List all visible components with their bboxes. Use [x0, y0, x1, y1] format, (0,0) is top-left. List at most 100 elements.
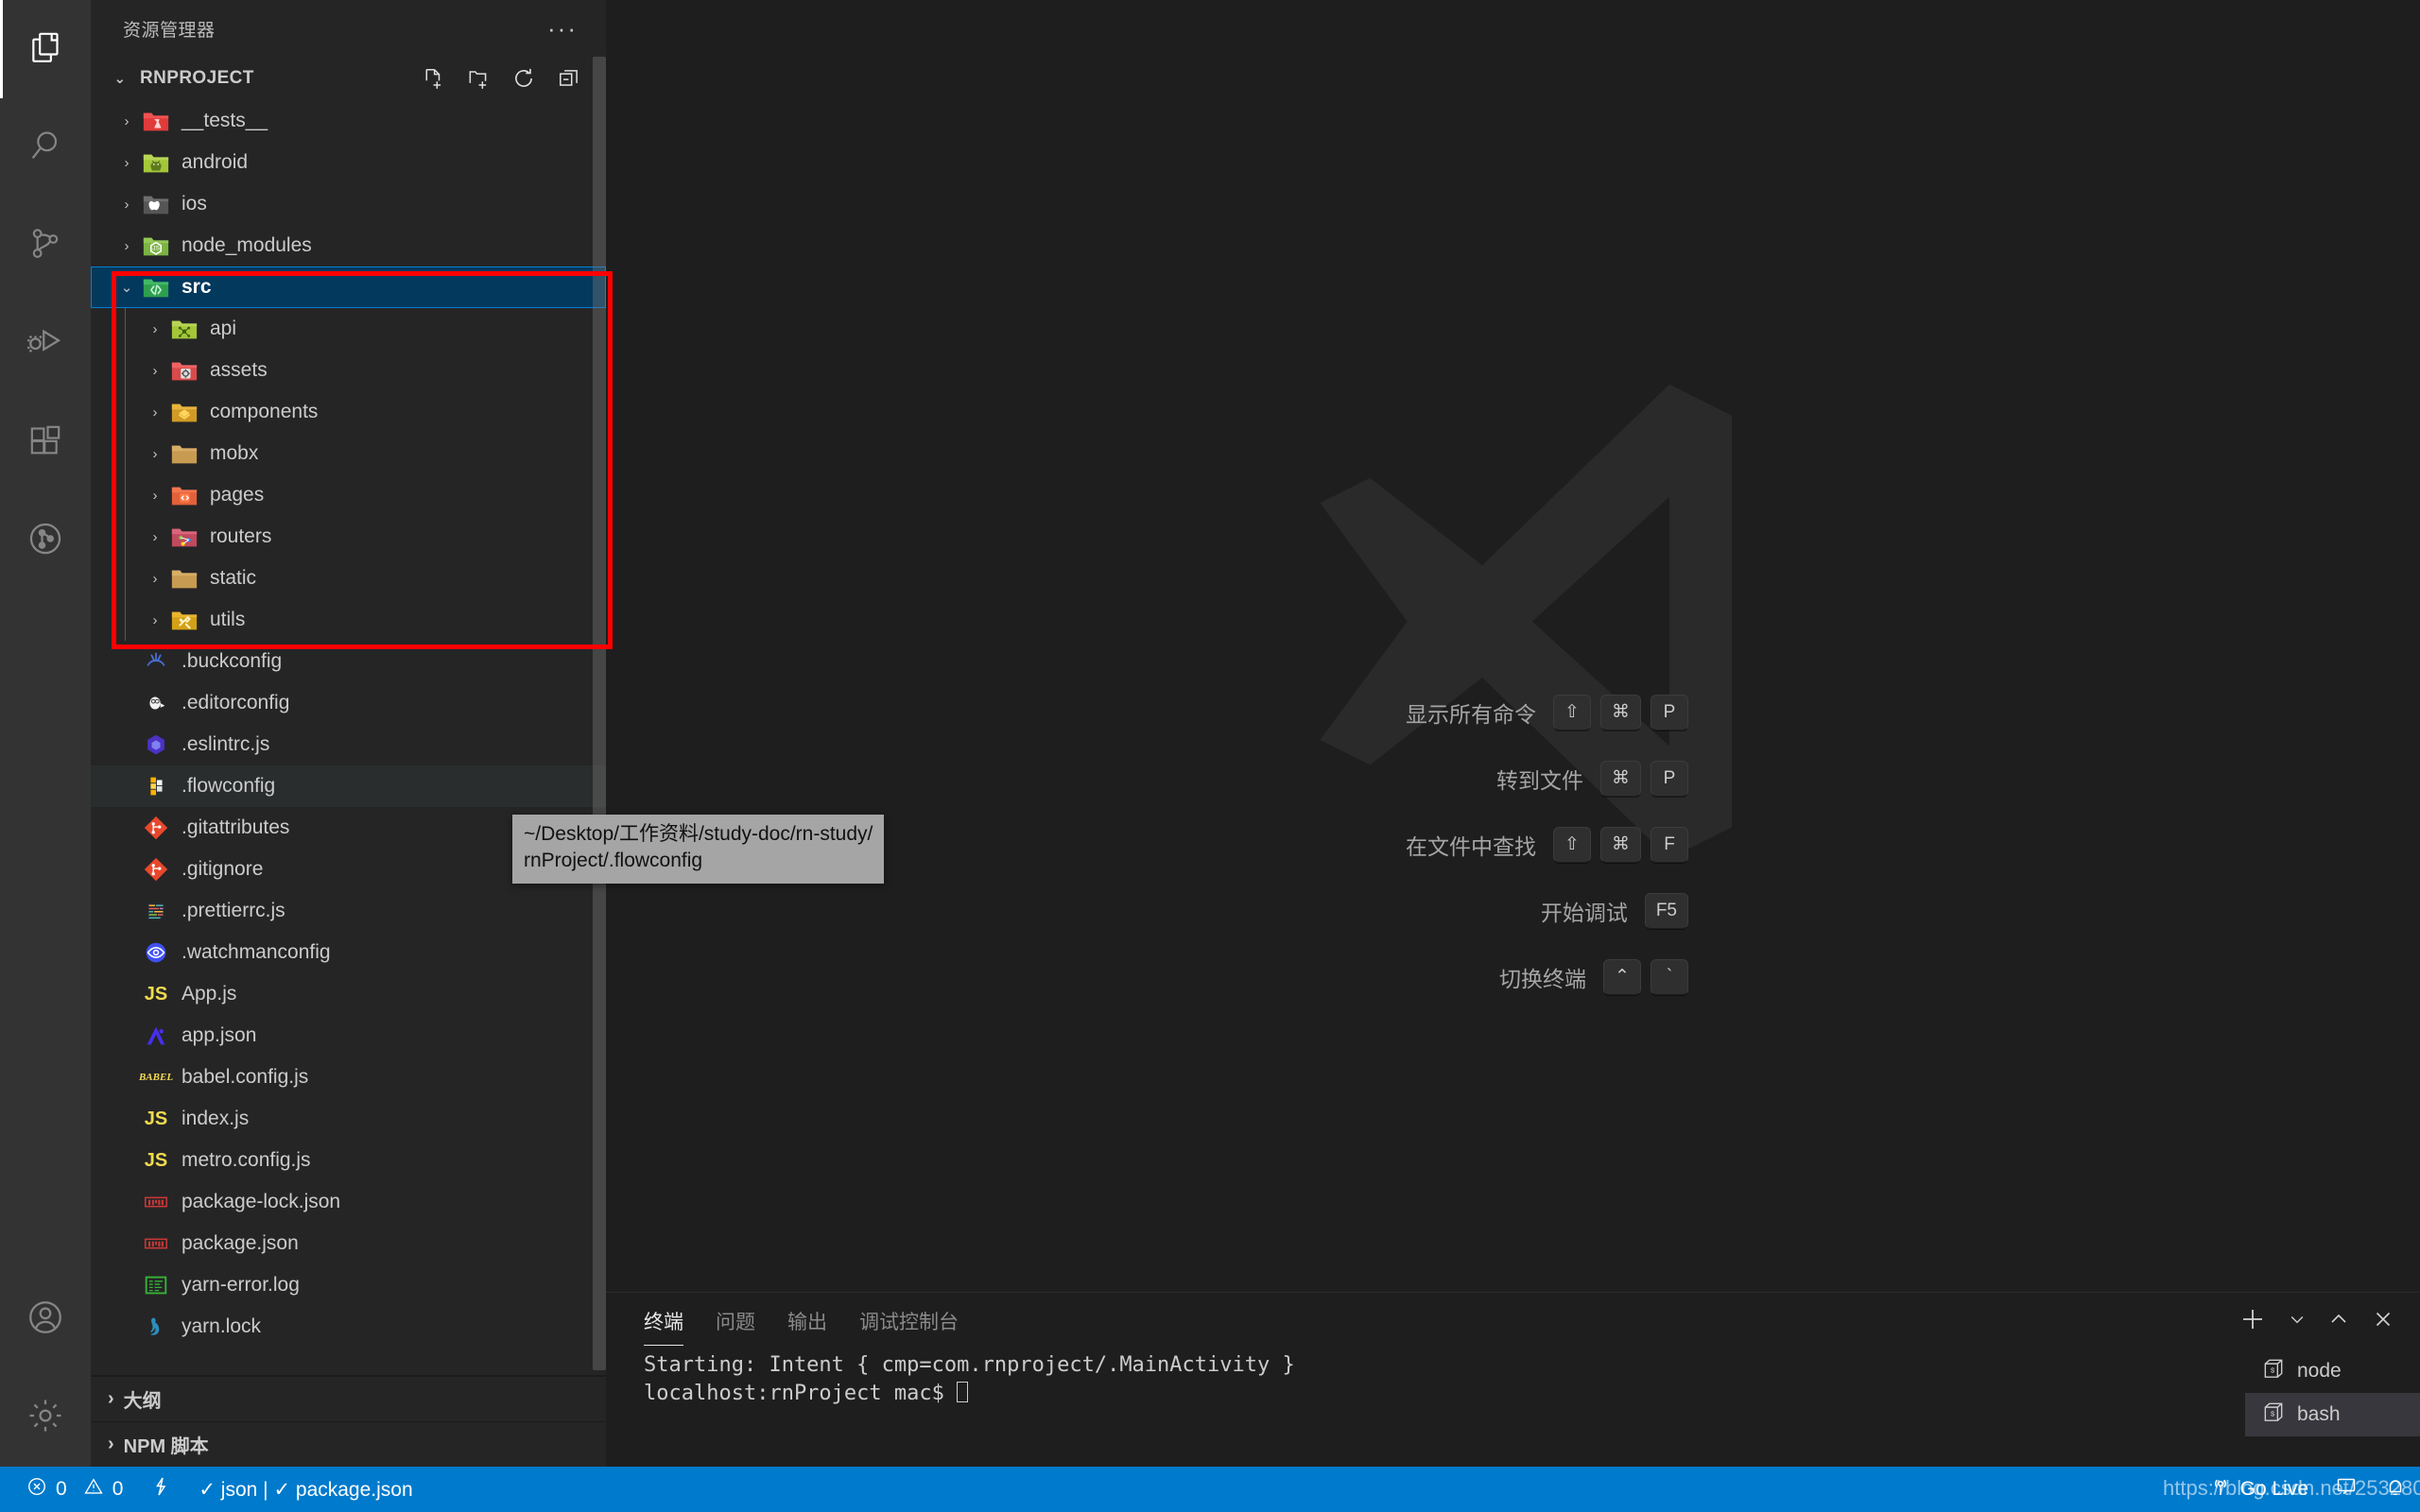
chevron-right-icon[interactable]: › — [142, 612, 168, 628]
welcome-watermark: 显示所有命令 ⇧ ⌘ P 转到文件 ⌘ P 在文件中查找 ⇧ ⌘ F 开始调试 F5 切换终端 ⌃ ` — [606, 0, 2420, 1292]
sidebar-section-outline[interactable]: › 大纲 — [91, 1376, 606, 1421]
keycap: P — [1651, 760, 1688, 797]
tree-file-app-js[interactable]: JS App.js — [91, 973, 606, 1015]
chevron-right-icon[interactable]: › — [142, 488, 168, 504]
status-bar-right: Go Live — [2196, 1475, 2420, 1503]
terminal-item-label: node — [2297, 1360, 2342, 1382]
indent-guide — [125, 350, 126, 391]
editor-area: 显示所有命令 ⇧ ⌘ P 转到文件 ⌘ P 在文件中查找 ⇧ ⌘ F 开始调试 F5 切换终端 ⌃ ` 终端问… — [606, 0, 2420, 1467]
panel-tab-终端[interactable]: 终端 — [644, 1307, 683, 1346]
collapse-all-icon[interactable] — [557, 66, 581, 91]
status-go-live[interactable]: Go Live — [2196, 1475, 2322, 1503]
tree-folder-tests[interactable]: › __tests__ — [91, 100, 606, 142]
js-icon: JS — [144, 983, 168, 1005]
status-ports[interactable] — [136, 1467, 185, 1512]
activity-bar — [0, 0, 91, 1467]
keycap: ⇧ — [1553, 826, 1591, 863]
status-feedback[interactable] — [2322, 1475, 2371, 1503]
status-checks[interactable]: ✓ json | ✓ package.json — [185, 1467, 425, 1512]
tree-folder-components[interactable]: › components — [91, 391, 606, 433]
activity-item-run-and-debug[interactable] — [0, 295, 91, 393]
activity-item-extensions[interactable] — [0, 393, 91, 491]
tree-folder-android[interactable]: › android — [91, 142, 606, 183]
chevron-right-icon[interactable]: › — [142, 404, 168, 421]
sidebar-more-actions-button[interactable]: ··· — [547, 16, 578, 41]
tree-file-flowconfig[interactable]: .flowconfig — [91, 765, 606, 807]
tree-file-editorconfig[interactable]: .editorconfig — [91, 682, 606, 724]
tree-item-label: .prettierrc.js — [182, 900, 285, 921]
chevron-right-icon[interactable]: › — [113, 155, 140, 171]
tree-file-index-js[interactable]: JS index.js — [91, 1098, 606, 1140]
activity-item-accounts[interactable] — [0, 1270, 91, 1368]
sidebar-scrollbar[interactable] — [593, 57, 606, 1370]
tree-folder-static[interactable]: › static — [91, 558, 606, 599]
expo-icon — [140, 1022, 172, 1050]
sidebar-section-npm-scripts[interactable]: › NPM 脚本 — [91, 1421, 606, 1467]
activity-item-search[interactable] — [0, 98, 91, 197]
maximize-panel-icon[interactable] — [2327, 1308, 2350, 1335]
chevron-right-icon[interactable]: › — [113, 238, 140, 254]
close-panel-icon[interactable] — [2371, 1307, 2395, 1336]
folder-components — [168, 398, 200, 426]
panel-tab-输出[interactable]: 输出 — [787, 1307, 827, 1346]
tree-folder-routers[interactable]: › routers — [91, 516, 606, 558]
log-icon — [140, 1271, 172, 1299]
chevron-right-icon[interactable]: › — [142, 321, 168, 337]
status-problems[interactable]: 0 0 — [13, 1467, 136, 1512]
tree-file-package-json[interactable]: package.json — [91, 1223, 606, 1264]
tree-file-eslintrc-js[interactable]: .eslintrc.js — [91, 724, 606, 765]
broadcast-icon — [2209, 1475, 2232, 1503]
chevron-down-icon[interactable]: ⌄ — [113, 279, 140, 296]
activity-item-settings[interactable] — [0, 1368, 91, 1467]
tree-file-babel-config-js[interactable]: BABEL babel.config.js — [91, 1057, 606, 1098]
refresh-icon[interactable] — [511, 66, 536, 91]
tree-folder-assets[interactable]: › assets — [91, 350, 606, 391]
tree-folder-src[interactable]: ⌄ src — [91, 266, 606, 308]
panel-actions — [2238, 1305, 2395, 1346]
panel-tabs[interactable]: 终端 问题 输出 调试控制台 — [644, 1307, 959, 1346]
activity-item-source-control[interactable] — [0, 197, 91, 295]
new-file-icon[interactable] — [421, 66, 445, 91]
panel-tab-问题[interactable]: 问题 — [716, 1307, 755, 1346]
keycap: ⌃ — [1603, 958, 1641, 995]
keycap: F — [1651, 826, 1688, 863]
tree-file-package-lock-json[interactable]: package-lock.json — [91, 1181, 606, 1223]
new-folder-icon[interactable] — [466, 66, 491, 91]
chevron-right-icon[interactable]: › — [113, 197, 140, 213]
terminal-instance-list[interactable]: $ node $ bash — [2245, 1346, 2420, 1467]
feedback-smiley-icon — [2335, 1475, 2358, 1503]
tree-folder-utils[interactable]: › utils — [91, 599, 606, 641]
tree-folder-api[interactable]: › api — [91, 308, 606, 350]
run-and-debug-icon — [26, 322, 65, 367]
chevron-right-icon[interactable]: › — [113, 113, 140, 129]
folder-node: JS — [140, 232, 172, 260]
activity-item-explorer[interactable] — [0, 0, 91, 98]
prettier-icon — [140, 897, 172, 925]
tree-file-buckconfig[interactable]: .buckconfig — [91, 641, 606, 682]
tree-file-metro-config-js[interactable]: JS metro.config.js — [91, 1140, 606, 1181]
tree-folder-node-modules[interactable]: › JS node_modules — [91, 225, 606, 266]
tree-folder-mobx[interactable]: › mobx — [91, 433, 606, 474]
tree-file-yarn-error-log[interactable]: yarn-error.log — [91, 1264, 606, 1306]
extensions-icon — [26, 421, 64, 464]
panel-tab-调试控制台[interactable]: 调试控制台 — [859, 1307, 959, 1346]
file-tree[interactable]: › __tests__ › android › ios › JS node_modules ⌄ sr… — [91, 100, 606, 1375]
terminal-item-bash[interactable]: $ bash — [2245, 1393, 2420, 1436]
tree-file-prettierrc-js[interactable]: .prettierrc.js — [91, 890, 606, 932]
chevron-right-icon[interactable]: › — [142, 363, 168, 379]
chevron-right-icon[interactable]: › — [142, 446, 168, 462]
terminal-item-node[interactable]: $ node — [2245, 1349, 2420, 1393]
activity-item-git-graph[interactable] — [0, 491, 91, 590]
chevron-right-icon[interactable]: › — [142, 571, 168, 587]
tree-folder-pages[interactable]: › pages — [91, 474, 606, 516]
tree-file-yarn-lock[interactable]: yarn.lock — [91, 1306, 606, 1348]
tree-folder-ios[interactable]: › ios — [91, 183, 606, 225]
tree-file-watchmanconfig[interactable]: .watchmanconfig — [91, 932, 606, 973]
terminal-output[interactable]: Starting: Intent { cmp=com.rnproject/.Ma… — [606, 1346, 2245, 1467]
add-terminal-icon[interactable] — [2238, 1305, 2267, 1338]
project-section-header[interactable]: ⌄ RNPROJECT — [91, 57, 606, 100]
status-notifications[interactable] — [2371, 1475, 2420, 1503]
chevron-down-icon[interactable] — [2288, 1310, 2307, 1333]
chevron-right-icon[interactable]: › — [142, 529, 168, 545]
tree-file-app-json[interactable]: app.json — [91, 1015, 606, 1057]
